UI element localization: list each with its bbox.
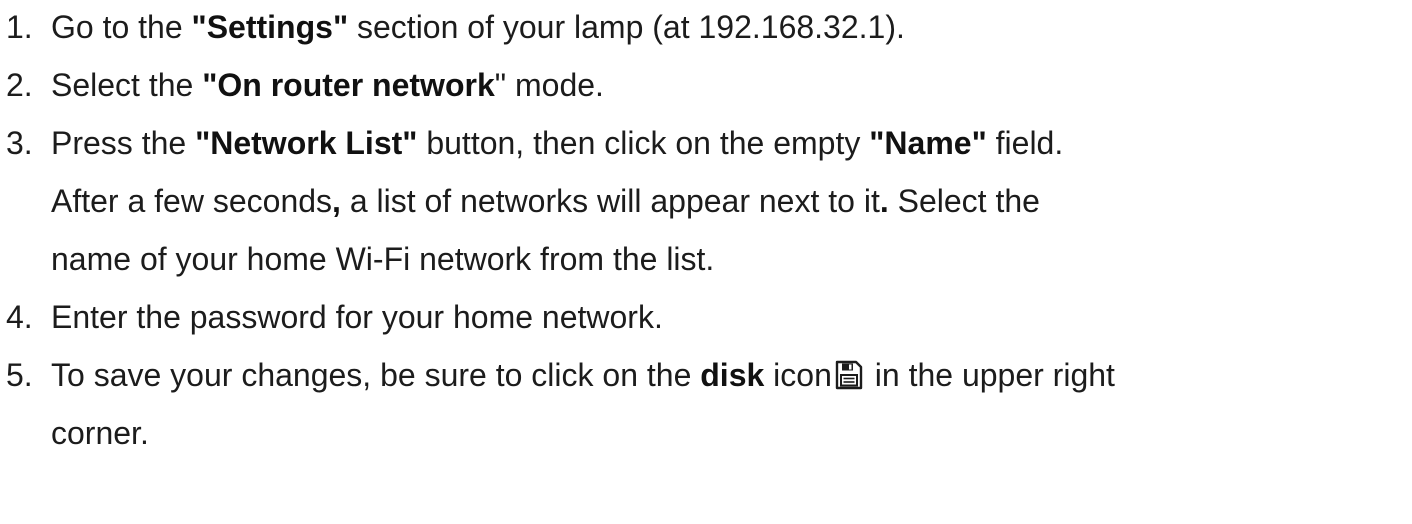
step-2: 2. Select the "On router network" mode.: [6, 56, 1406, 114]
name-field-emphasis: "Name": [869, 125, 987, 161]
settings-emphasis: "Settings": [191, 9, 349, 45]
step-3-continuation: After a few seconds, a list of networks …: [6, 172, 1406, 230]
step-text-part: icon: [764, 357, 832, 393]
step-text-part: Press the: [51, 125, 196, 161]
step-text: name of your home Wi-Fi network from the…: [51, 241, 715, 277]
step-text-part: Select the: [888, 183, 1040, 219]
step-text-part: section of your lamp (at 192.168.32.1).: [348, 9, 905, 45]
step-text-part: Select the: [51, 67, 203, 103]
disk-emphasis: disk: [700, 357, 765, 393]
step-text: To save your changes, be sure to click o…: [51, 346, 1115, 404]
router-mode-emphasis: "On router network: [202, 67, 495, 103]
network-list-emphasis: "Network List": [195, 125, 418, 161]
step-3-continuation: name of your home Wi-Fi network from the…: [6, 230, 1406, 288]
step-text-part: After a few seconds: [51, 183, 333, 219]
step-number: 5.: [6, 357, 33, 393]
step-text-part: .: [879, 183, 889, 219]
step-text: After a few seconds, a list of networks …: [51, 172, 1040, 230]
step-5: 5. To save your changes, be sure to clic…: [6, 346, 1406, 404]
step-number: 3.: [6, 125, 33, 161]
step-text: Press the "Network List" button, then cl…: [51, 114, 1063, 172]
step-text-part: Go to the: [51, 9, 192, 45]
step-text: corner.: [51, 415, 149, 451]
step-text: Select the "On router network" mode.: [51, 56, 604, 114]
step-1: 1. Go to the "Settings" section of your …: [6, 0, 1406, 56]
step-text: Go to the "Settings" section of your lam…: [51, 0, 905, 56]
step-text-part: field.: [986, 125, 1064, 161]
instruction-list: 1. Go to the "Settings" section of your …: [6, 0, 1406, 462]
floppy-disk-icon: [835, 350, 863, 390]
step-text-part: button, then click on the empty: [417, 125, 870, 161]
step-number: 1.: [6, 9, 33, 45]
step-text: Enter the password for your home network…: [51, 299, 663, 335]
step-4: 4. Enter the password for your home netw…: [6, 288, 1406, 346]
step-number: 4.: [6, 299, 33, 335]
step-5-continuation: corner.: [6, 404, 1406, 462]
step-text-part: in the upper right: [865, 357, 1115, 393]
step-text-part: ,: [332, 183, 341, 219]
step-text-part: To save your changes, be sure to click o…: [51, 357, 701, 393]
step-number: 2.: [6, 67, 33, 103]
step-3: 3. Press the "Network List" button, then…: [6, 114, 1406, 172]
step-text-part: a list of networks will appear next to i…: [340, 183, 880, 219]
step-text-part: " mode.: [494, 67, 604, 103]
